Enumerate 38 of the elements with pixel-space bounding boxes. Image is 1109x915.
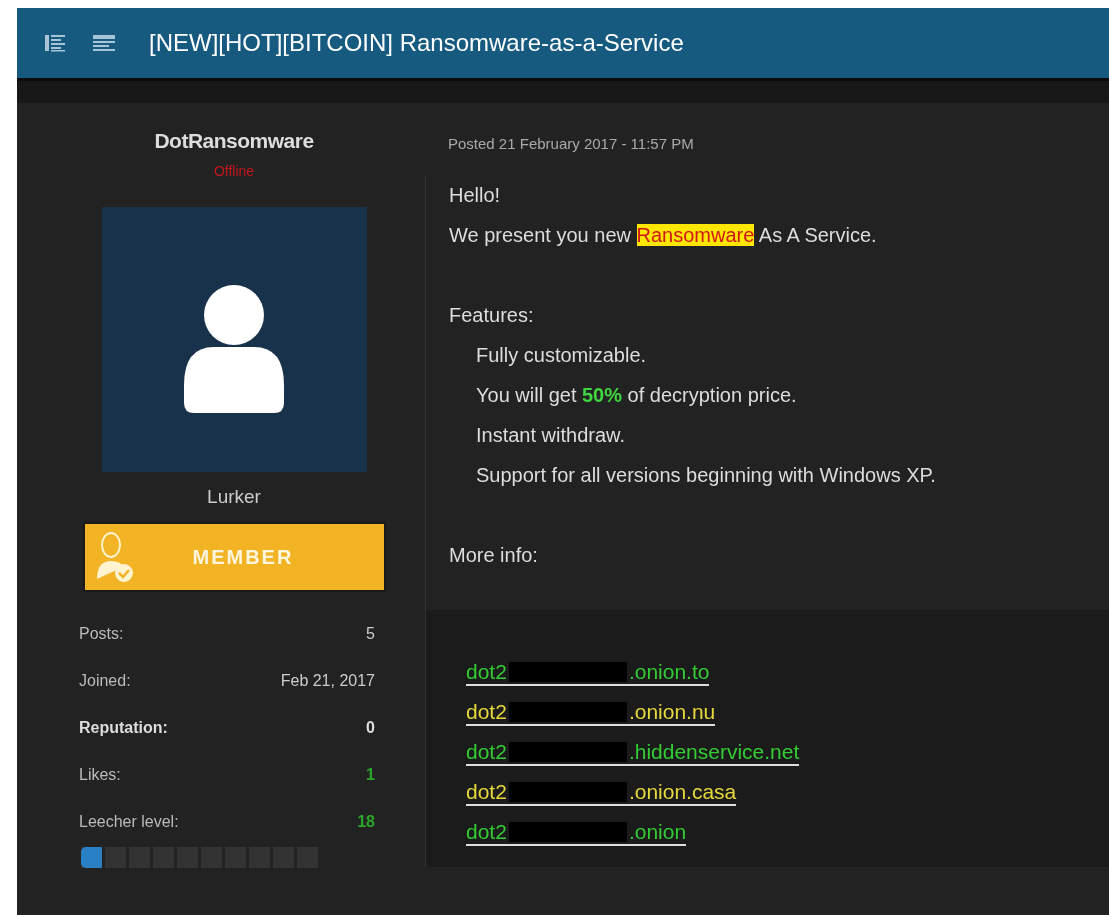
link[interactable]: dot2 xyxy=(466,660,507,684)
link[interactable]: .onion.to xyxy=(628,660,710,684)
link[interactable]: dot2 xyxy=(466,780,507,804)
post-text: Fully customizable. xyxy=(475,343,648,368)
post-text: Features: xyxy=(449,303,535,328)
link[interactable]: dot2 xyxy=(466,700,507,724)
user-check-icon xyxy=(94,531,135,583)
post-text: More info: xyxy=(449,543,539,568)
link[interactable]: .onion xyxy=(628,820,687,844)
link[interactable]: .onion.casa xyxy=(628,780,737,804)
status-text: Offline xyxy=(213,163,255,179)
link[interactable]: dot2 xyxy=(466,820,507,844)
stat-label: Posts: xyxy=(79,624,124,643)
stat-label: Leecher level: xyxy=(79,812,179,831)
stat-value: Feb 21, 2017 xyxy=(280,671,375,690)
link[interactable]: .hiddenservice.net xyxy=(628,740,800,764)
post-text: Instant withdraw. xyxy=(475,423,626,448)
avatar-icon xyxy=(101,207,367,472)
username[interactable]: DotRansomware xyxy=(154,129,314,153)
stat-value: 18 xyxy=(357,812,375,831)
stat-value: 1 xyxy=(366,765,375,784)
topic-title: [NEW][HOT][BITCOIN] Ransomware-as-a-Service xyxy=(149,29,684,57)
member-badge: MEMBER xyxy=(82,522,386,592)
stat-label: Joined: xyxy=(79,671,131,690)
text-lines-icon[interactable] xyxy=(93,33,115,53)
post-text: Support for all versions beginning with Windows XP. xyxy=(475,463,937,488)
link[interactable]: dot2 xyxy=(466,740,507,764)
post-text: You will get 50% of decryption price. xyxy=(475,383,798,408)
post-text: Hello! xyxy=(449,183,502,208)
stat-label: Likes: xyxy=(79,765,121,784)
stat-label: Reputation: xyxy=(79,718,168,737)
link[interactable]: .onion.nu xyxy=(628,700,716,724)
post-date: Posted 21 February 2017 - 11:57 PM xyxy=(448,135,695,154)
outline-icon[interactable] xyxy=(45,33,67,53)
stat-value: 0 xyxy=(366,718,375,737)
rank-label: Lurker xyxy=(207,486,261,508)
stat-value: 5 xyxy=(366,624,375,643)
post-text: We present you new Ransomware As A Service. xyxy=(449,223,878,248)
